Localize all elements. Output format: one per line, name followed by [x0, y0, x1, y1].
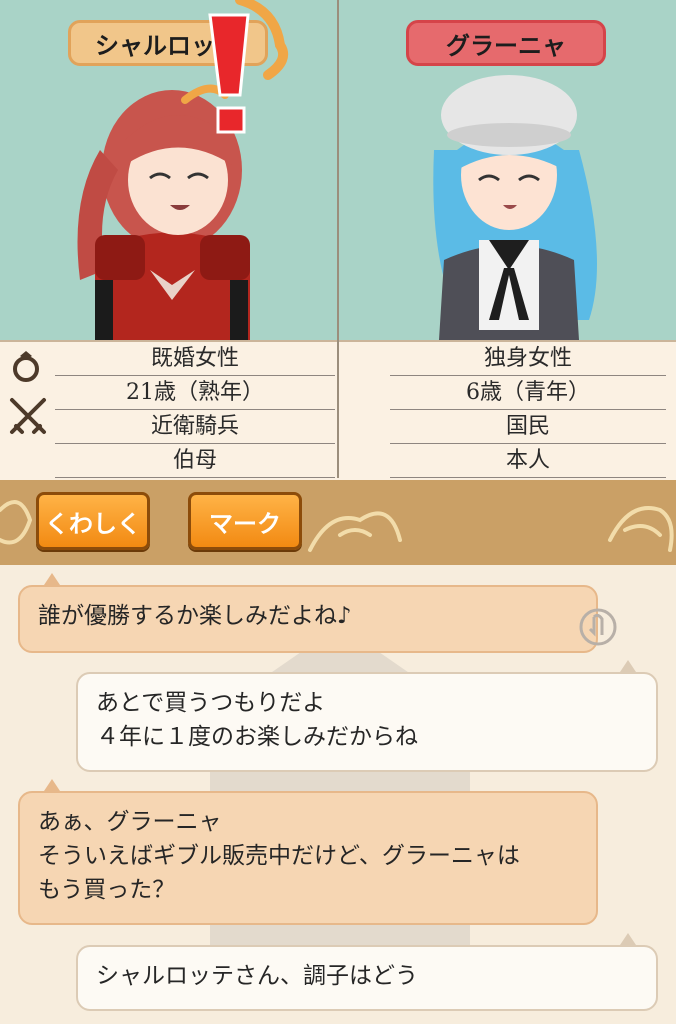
- details-button[interactable]: くわしく: [36, 492, 150, 550]
- right-age: 6歳（青年）: [390, 376, 666, 410]
- message-line: あとで買うつもりだよ: [96, 690, 326, 716]
- conversation-log[interactable]: 誰が優勝するか楽しみだよね♪ あとで買うつもりだよ ４年に１度のお楽しみだからね…: [0, 565, 676, 1024]
- right-marital-status: 独身女性: [390, 342, 666, 376]
- message-line: 誰が優勝するか楽しみだよね♪: [38, 603, 352, 629]
- portrait-divider: [337, 0, 339, 478]
- left-marital-status: 既婚女性: [55, 342, 335, 376]
- message-line: シャルロッテさん、調子はどう: [96, 963, 418, 989]
- message-bubble-4: シャルロッテさん、調子はどう: [76, 945, 658, 1011]
- message-line: そういえばギブル販売中だけど、グラーニャは: [38, 843, 520, 869]
- bubble-tail: [620, 660, 636, 672]
- message-line: あぁ、グラーニャ: [38, 809, 222, 835]
- action-bar: くわしく マーク: [0, 480, 676, 565]
- left-occupation: 近衛騎兵: [55, 410, 335, 444]
- mark-button[interactable]: マーク: [188, 492, 302, 550]
- ring-icon: [13, 351, 39, 382]
- tap-hint-icon: [579, 608, 617, 646]
- message-bubble-1: 誰が優勝するか楽しみだよね♪: [18, 585, 598, 653]
- message-bubble-2: あとで買うつもりだよ ４年に１度のお楽しみだからね: [76, 672, 658, 772]
- left-age: 21歳（熟年）: [55, 376, 335, 410]
- right-name-label: グラーニャ: [446, 31, 566, 60]
- message-bubble-3: あぁ、グラーニャ そういえばギブル販売中だけど、グラーニャは もう買った？: [18, 791, 598, 925]
- bubble-tail: [44, 779, 60, 791]
- crossed-swords-icon: [10, 398, 46, 434]
- right-profile-column: 独身女性 6歳（青年） 国民 本人: [390, 342, 666, 480]
- message-line: もう買った？: [38, 877, 176, 903]
- bubble-tail: [44, 573, 60, 585]
- right-name-plate: グラーニャ: [406, 20, 606, 66]
- message-line: ４年に１度のお楽しみだからね: [96, 724, 418, 750]
- right-occupation: 国民: [390, 410, 666, 444]
- bubble-tail: [620, 933, 636, 945]
- left-relation: 伯母: [55, 444, 335, 478]
- right-relation: 本人: [390, 444, 666, 478]
- left-profile-column: 既婚女性 21歳（熟年） 近衛騎兵 伯母: [55, 342, 335, 480]
- exclamation-icon: [181, 0, 288, 134]
